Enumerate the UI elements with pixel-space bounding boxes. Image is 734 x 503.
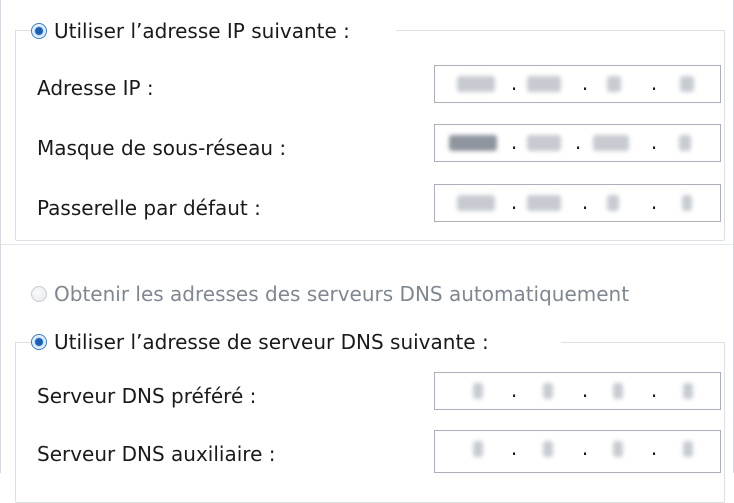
octet-1[interactable] <box>473 441 483 457</box>
obtain-dns-automatically-label: Obtenir les adresses des serveurs DNS au… <box>54 282 630 306</box>
radio-selected-icon[interactable] <box>31 23 47 39</box>
octet-2[interactable] <box>543 383 553 399</box>
octet-2[interactable] <box>527 195 561 211</box>
octet-2[interactable] <box>543 441 553 457</box>
octet-1[interactable] <box>457 76 495 92</box>
section-divider <box>1 244 733 245</box>
octet-1[interactable] <box>449 135 497 151</box>
ip-address-label: Adresse IP : <box>37 76 154 100</box>
obtain-dns-automatically-radio[interactable]: Obtenir les adresses des serveurs DNS au… <box>31 282 638 306</box>
group-box-border <box>396 30 725 31</box>
preferred-dns-field[interactable]: . . . <box>434 372 721 410</box>
octet-3[interactable] <box>593 135 629 151</box>
group-box-border <box>561 342 725 343</box>
octet-1[interactable] <box>457 195 495 211</box>
use-following-ip-radio[interactable]: Utiliser l’adresse IP suivante : <box>31 19 358 43</box>
radio-selected-icon[interactable] <box>31 334 47 350</box>
use-following-dns-radio[interactable]: Utiliser l’adresse de serveur DNS suivan… <box>31 330 497 354</box>
ip-address-field[interactable]: . . . <box>434 65 721 103</box>
default-gateway-field[interactable]: . . . <box>434 184 721 222</box>
octet-2[interactable] <box>527 76 561 92</box>
octet-4[interactable] <box>683 441 693 457</box>
subnet-mask-label: Masque de sous-réseau : <box>37 136 287 160</box>
ip-settings-panel: Utiliser l’adresse IP suivante : Adresse… <box>0 0 734 503</box>
octet-4[interactable] <box>679 135 691 151</box>
radio-unselected-icon[interactable] <box>31 286 47 302</box>
subnet-mask-field[interactable]: . . . <box>434 124 721 162</box>
use-following-ip-label: Utiliser l’adresse IP suivante : <box>54 19 350 43</box>
default-gateway-label: Passerelle par défaut : <box>37 196 261 220</box>
octet-4[interactable] <box>683 383 693 399</box>
octet-1[interactable] <box>473 383 483 399</box>
preferred-dns-label: Serveur DNS préféré : <box>37 384 257 408</box>
octet-4[interactable] <box>680 76 694 92</box>
octet-2[interactable] <box>527 135 561 151</box>
octet-3[interactable] <box>607 195 619 211</box>
use-following-dns-label: Utiliser l’adresse de serveur DNS suivan… <box>54 330 489 354</box>
octet-3[interactable] <box>613 383 623 399</box>
alternate-dns-field[interactable]: . . . <box>434 430 721 473</box>
dns-group-box <box>15 342 725 503</box>
octet-4[interactable] <box>682 195 692 211</box>
alternate-dns-label: Serveur DNS auxiliaire : <box>37 442 276 466</box>
octet-3[interactable] <box>607 76 621 92</box>
octet-3[interactable] <box>613 441 623 457</box>
